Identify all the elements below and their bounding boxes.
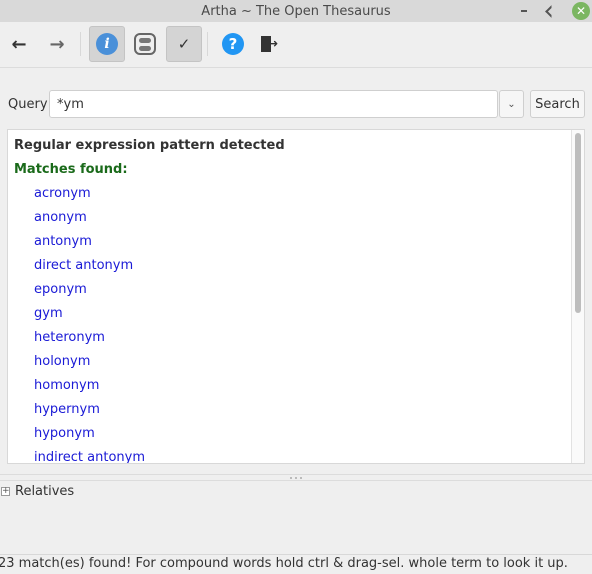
regex-detected-heading: Regular expression pattern detected (14, 138, 285, 153)
match-link[interactable]: anonym (14, 206, 566, 230)
match-link[interactable]: acronym (14, 182, 566, 206)
title-bar: Artha ~ The Open Thesaurus ✕ (0, 0, 592, 22)
query-input[interactable] (49, 90, 498, 118)
match-link[interactable]: indirect antonym (14, 446, 566, 463)
toolbar-separator (80, 32, 81, 56)
chevron-down-icon: ⌄ (507, 98, 516, 110)
match-link[interactable]: homonym (14, 374, 566, 398)
scrollbar-thumb[interactable] (575, 133, 581, 313)
match-link[interactable]: heteronym (14, 326, 566, 350)
match-link[interactable]: hypernym (14, 398, 566, 422)
close-button[interactable]: ✕ (572, 2, 590, 20)
match-link[interactable]: hyponym (14, 422, 566, 446)
match-link[interactable]: holonym (14, 350, 566, 374)
checkmark-icon: ✓ (177, 35, 191, 53)
results-text: Regular expression pattern detected Matc… (8, 130, 572, 463)
toggle-switch-icon (134, 33, 156, 55)
match-link[interactable]: antonym (14, 230, 566, 254)
toolbar-separator (207, 32, 208, 56)
options-button[interactable] (127, 26, 163, 62)
exit-door-icon: ➜ (260, 35, 278, 53)
toolbar: ← → i ✓ ? ➜ (0, 22, 592, 68)
about-button[interactable]: i (89, 26, 125, 62)
notify-toggle-button[interactable]: ✓ (166, 26, 202, 62)
relatives-expander[interactable]: + Relatives (0, 482, 74, 500)
results-scrollbar[interactable] (571, 130, 584, 463)
quit-button[interactable]: ➜ (251, 26, 287, 62)
relatives-label: Relatives (15, 483, 75, 499)
query-label: Query (8, 97, 48, 112)
maximize-button[interactable] (543, 3, 559, 19)
help-button[interactable]: ? (215, 26, 251, 62)
matches-found-label: Matches found: (14, 162, 128, 177)
close-icon: ✕ (575, 4, 587, 18)
status-bar: 23 match(es) found! For compound words h… (0, 554, 592, 574)
match-link[interactable]: gym (14, 302, 566, 326)
window-title: Artha ~ The Open Thesaurus (201, 3, 391, 19)
search-button[interactable]: Search (530, 90, 585, 118)
match-link[interactable]: eponym (14, 278, 566, 302)
pane-resize-handle[interactable] (0, 474, 592, 481)
help-icon: ? (222, 33, 244, 55)
expand-plus-icon: + (1, 485, 10, 496)
query-history-dropdown[interactable]: ⌄ (499, 90, 524, 118)
app-window: Artha ~ The Open Thesaurus ✕ ← → i ✓ ? ➜… (0, 0, 592, 574)
status-text: 23 match(es) found! For compound words h… (0, 556, 568, 571)
forward-button[interactable]: → (39, 26, 75, 62)
arrow-right-icon: → (49, 33, 65, 55)
info-icon: i (96, 33, 118, 55)
arrow-left-icon: ← (11, 33, 27, 55)
results-panel: Regular expression pattern detected Matc… (7, 129, 585, 464)
minimize-button[interactable] (516, 3, 532, 19)
match-link[interactable]: direct antonym (14, 254, 566, 278)
back-button[interactable]: ← (1, 26, 37, 62)
